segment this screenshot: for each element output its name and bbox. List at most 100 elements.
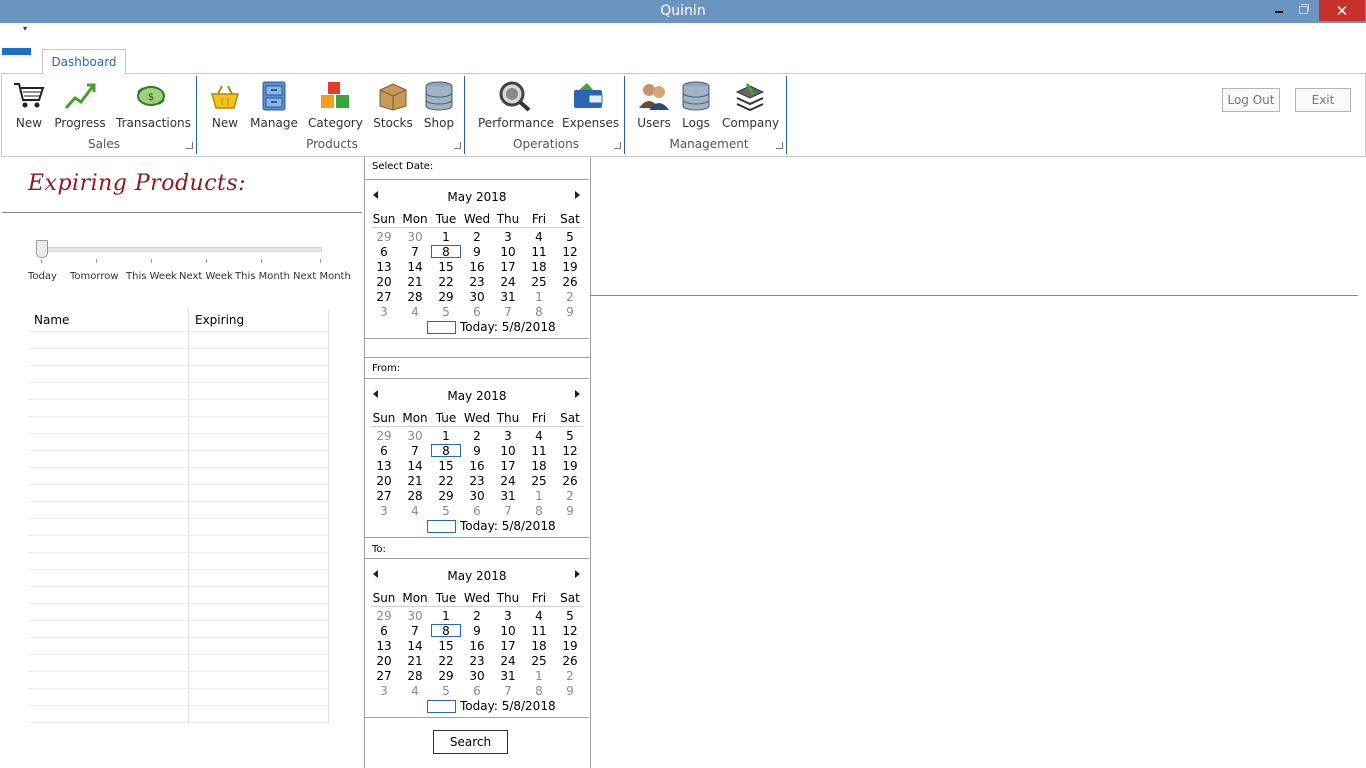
calendar-day[interactable]: 13 [369, 260, 399, 274]
calendar-day[interactable]: 4 [524, 230, 554, 244]
table-row[interactable] [28, 603, 328, 604]
calendar-day[interactable]: 1 [524, 669, 554, 683]
table-row[interactable] [28, 331, 328, 332]
category-button[interactable]: Category [308, 80, 363, 130]
calendar-day[interactable]: 22 [431, 474, 461, 488]
calendar-day[interactable]: 23 [462, 474, 492, 488]
calendar-day[interactable]: 25 [524, 474, 554, 488]
expenses-button[interactable]: Expenses [562, 80, 619, 130]
calendar-day[interactable]: 2 [462, 429, 492, 443]
table-row[interactable] [28, 586, 328, 587]
calendar-day[interactable]: 20 [369, 654, 399, 668]
table-row[interactable] [28, 620, 328, 621]
application-menu-button[interactable] [2, 48, 31, 55]
calendar-day[interactable]: 30 [400, 230, 430, 244]
calendar-month-title[interactable]: May 2018 [365, 569, 589, 583]
slider-label[interactable]: Next Week [179, 271, 233, 282]
calendar-day[interactable]: 16 [462, 459, 492, 473]
expiry-range-slider[interactable] [42, 247, 322, 252]
calendar-day[interactable]: 30 [462, 489, 492, 503]
calendar-day[interactable]: 30 [462, 290, 492, 304]
calendar-day[interactable]: 29 [369, 609, 399, 623]
calendar-month-title[interactable]: May 2018 [365, 389, 589, 403]
calendar-day[interactable]: 15 [431, 260, 461, 274]
calendar-day[interactable]: 2 [462, 230, 492, 244]
calendar-day[interactable]: 12 [555, 245, 585, 259]
calendar-day[interactable]: 23 [462, 275, 492, 289]
calendar-day[interactable]: 29 [369, 230, 399, 244]
calendar-day[interactable]: 9 [462, 624, 492, 638]
calendar-day[interactable]: 9 [462, 444, 492, 458]
calendar-day[interactable]: 3 [493, 609, 523, 623]
calendar-day[interactable]: 8 [524, 305, 554, 319]
calendar-day[interactable]: 2 [462, 609, 492, 623]
table-row[interactable] [28, 348, 328, 349]
calendar-day[interactable]: 29 [431, 669, 461, 683]
calendar-day[interactable]: 24 [493, 474, 523, 488]
sales-new-button[interactable]: New [10, 80, 48, 130]
calendar-month-title[interactable]: May 2018 [365, 190, 589, 204]
calendar-day[interactable]: 18 [524, 260, 554, 274]
calendar-day[interactable]: 1 [524, 290, 554, 304]
calendar-day[interactable]: 31 [493, 489, 523, 503]
calendar-day[interactable]: 10 [493, 444, 523, 458]
slider-label[interactable]: Next Month [293, 271, 351, 282]
progress-button[interactable]: Progress [54, 80, 106, 130]
calendar-day[interactable]: 2 [555, 669, 585, 683]
calendar-day[interactable]: 19 [555, 639, 585, 653]
calendar-day[interactable]: 18 [524, 459, 554, 473]
calendar-day[interactable]: 12 [555, 624, 585, 638]
calendar-day[interactable]: 9 [555, 305, 585, 319]
shop-button[interactable]: Shop [420, 80, 458, 130]
calendar-day[interactable]: 1 [431, 429, 461, 443]
calendar-day[interactable]: 17 [493, 260, 523, 274]
calendar-day[interactable]: 29 [369, 429, 399, 443]
calendar-day[interactable]: 27 [369, 489, 399, 503]
table-row[interactable] [28, 535, 328, 536]
calendar-day[interactable]: 20 [369, 474, 399, 488]
calendar-day[interactable]: 11 [524, 624, 554, 638]
calendar-day[interactable]: 6 [369, 444, 399, 458]
table-row[interactable] [28, 399, 328, 400]
calendar-day[interactable]: 26 [555, 654, 585, 668]
calendar-day[interactable]: 30 [462, 669, 492, 683]
company-button[interactable]: Company [722, 80, 779, 130]
calendar-day[interactable]: 22 [431, 654, 461, 668]
calendar-day[interactable]: 5 [555, 609, 585, 623]
calendar-day[interactable]: 29 [431, 489, 461, 503]
sales-launcher-icon[interactable] [186, 142, 193, 149]
operations-launcher-icon[interactable] [614, 142, 621, 149]
table-row[interactable] [28, 433, 328, 434]
manage-button[interactable]: Manage [250, 80, 298, 130]
calendar-day[interactable]: 8 [524, 684, 554, 698]
table-row[interactable] [28, 552, 328, 553]
calendar-day[interactable]: 9 [555, 504, 585, 518]
table-row[interactable] [28, 722, 328, 723]
calendar-day[interactable]: 16 [462, 639, 492, 653]
table-row[interactable] [28, 450, 328, 451]
calendar-day[interactable]: 2 [555, 489, 585, 503]
calendar-day[interactable]: 2 [555, 290, 585, 304]
calendar-day[interactable]: 14 [400, 459, 430, 473]
calendar-day[interactable]: 28 [400, 669, 430, 683]
calendar-day[interactable]: 14 [400, 260, 430, 274]
calendar-day[interactable]: 5 [431, 504, 461, 518]
calendar-day[interactable]: 3 [369, 684, 399, 698]
calendar-day-selected[interactable]: 8 [431, 444, 461, 458]
calendar-day[interactable]: 26 [555, 275, 585, 289]
calendar-day[interactable]: 30 [400, 429, 430, 443]
table-row[interactable] [28, 416, 328, 417]
calendar-day[interactable]: 16 [462, 260, 492, 274]
calendar-day[interactable]: 11 [524, 444, 554, 458]
calendar-day[interactable]: 3 [493, 230, 523, 244]
calendar-day[interactable]: 4 [524, 609, 554, 623]
calendar-day[interactable]: 4 [524, 429, 554, 443]
calendar-day[interactable]: 28 [400, 290, 430, 304]
calendar-day[interactable]: 28 [400, 489, 430, 503]
calendar-day[interactable]: 17 [493, 459, 523, 473]
slider-label[interactable]: Today [28, 271, 57, 282]
calendar-day[interactable]: 27 [369, 290, 399, 304]
calendar-day[interactable]: 31 [493, 290, 523, 304]
calendar-day[interactable]: 9 [555, 684, 585, 698]
minimize-button[interactable] [1268, 0, 1290, 22]
